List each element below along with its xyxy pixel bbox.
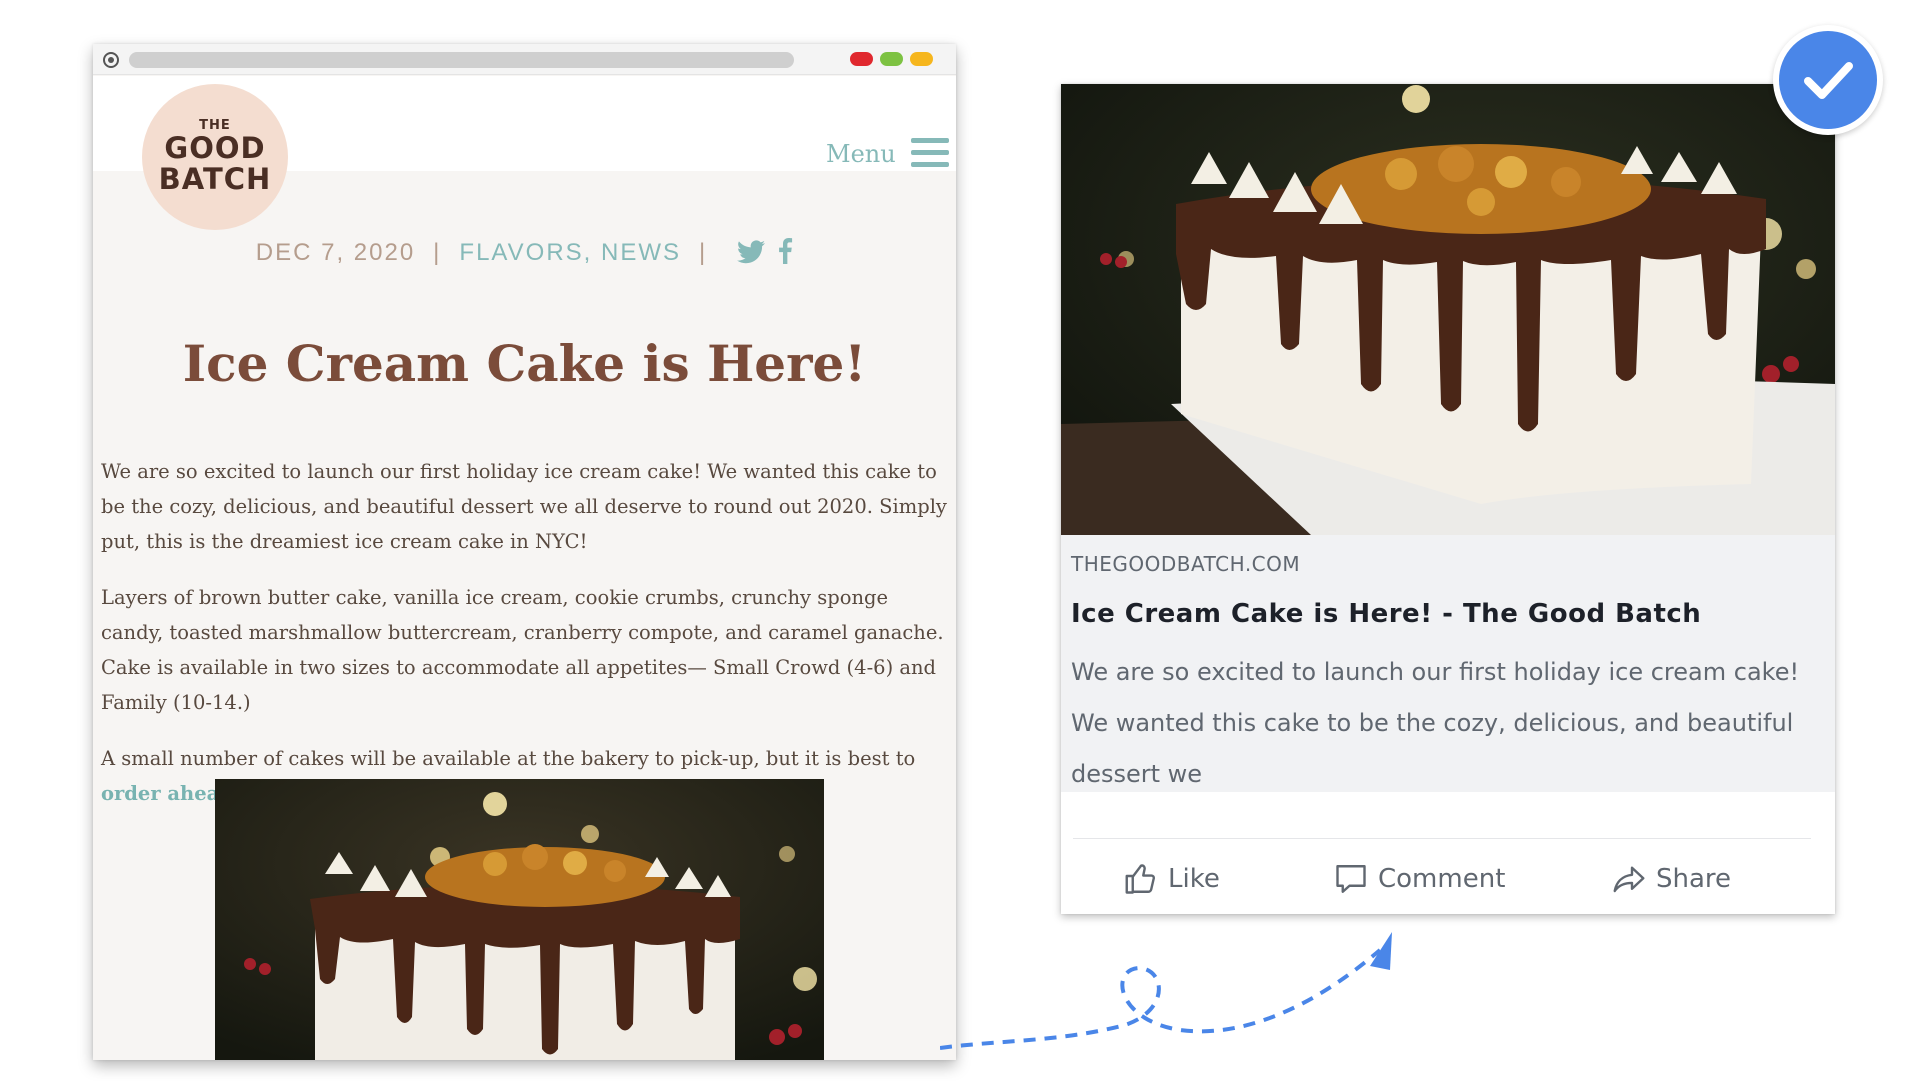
browser-menu-icon[interactable] (103, 52, 119, 68)
post-paragraph: We are so excited to launch our first ho… (101, 460, 947, 553)
logo-text-batch: BATCH (158, 162, 272, 196)
actions-divider (1073, 838, 1811, 839)
paragraph-text: A small number of cakes will be availabl… (101, 747, 916, 770)
share-card-actions: Like Comment Share (1061, 854, 1835, 904)
post-date: DEC 7, 2020 (255, 239, 416, 266)
share-button[interactable]: Share (1611, 854, 1731, 904)
cake-photo (215, 779, 824, 1060)
close-window-button[interactable] (850, 52, 873, 66)
share-card-description: We are so excited to launch our first ho… (1071, 658, 1800, 788)
share-icon (1613, 866, 1645, 893)
site-logo[interactable]: THE GOOD BATCH (142, 84, 288, 230)
browser-chrome-bar (93, 44, 956, 75)
post-body: We are so excited to launch our first ho… (101, 454, 949, 832)
logo-text-good: GOOD (164, 131, 266, 165)
verified-badge (1773, 25, 1883, 135)
share-label: Share (1656, 864, 1732, 894)
hamburger-menu-icon[interactable] (911, 138, 949, 168)
meta-separator: | (699, 239, 708, 266)
comment-button[interactable]: Comment (1333, 854, 1505, 904)
share-card-domain: THEGOODBATCH.COM (1071, 552, 1301, 576)
like-label: Like (1168, 864, 1220, 894)
thumbs-up-icon (1125, 864, 1155, 894)
checkmark-icon (1804, 62, 1853, 99)
comment-icon (1336, 865, 1366, 893)
share-card-meta[interactable]: THEGOODBATCH.COM Ice Cream Cake is Here!… (1061, 535, 1835, 792)
post-paragraph: Layers of brown butter cake, vanilla ice… (101, 586, 944, 714)
minimize-window-button[interactable] (910, 52, 933, 66)
menu-label[interactable]: Menu (826, 140, 896, 168)
post-title: Ice Cream Cake is Here! (182, 334, 867, 393)
share-card-photo[interactable] (1061, 84, 1835, 535)
browser-window: Menu THE GOOD BATCH DEC 7, 2020 | FLAVORS,… (93, 44, 956, 1060)
comment-label: Comment (1378, 864, 1506, 894)
post-categories[interactable]: FLAVORS, NEWS (459, 239, 681, 266)
maximize-window-button[interactable] (880, 52, 903, 66)
twitter-icon[interactable] (737, 240, 766, 271)
share-card-title[interactable]: Ice Cream Cake is Here! - The Good Batch (1071, 599, 1701, 629)
address-bar[interactable] (129, 52, 794, 68)
meta-separator: | (433, 239, 442, 266)
facebook-icon[interactable] (777, 238, 793, 271)
social-share-card[interactable]: THEGOODBATCH.COM Ice Cream Cake is Here!… (1061, 84, 1835, 914)
connector-arrow (940, 932, 1392, 1050)
like-button[interactable]: Like (1123, 854, 1220, 904)
post-meta: DEC 7, 2020 | FLAVORS, NEWS | (93, 238, 956, 271)
